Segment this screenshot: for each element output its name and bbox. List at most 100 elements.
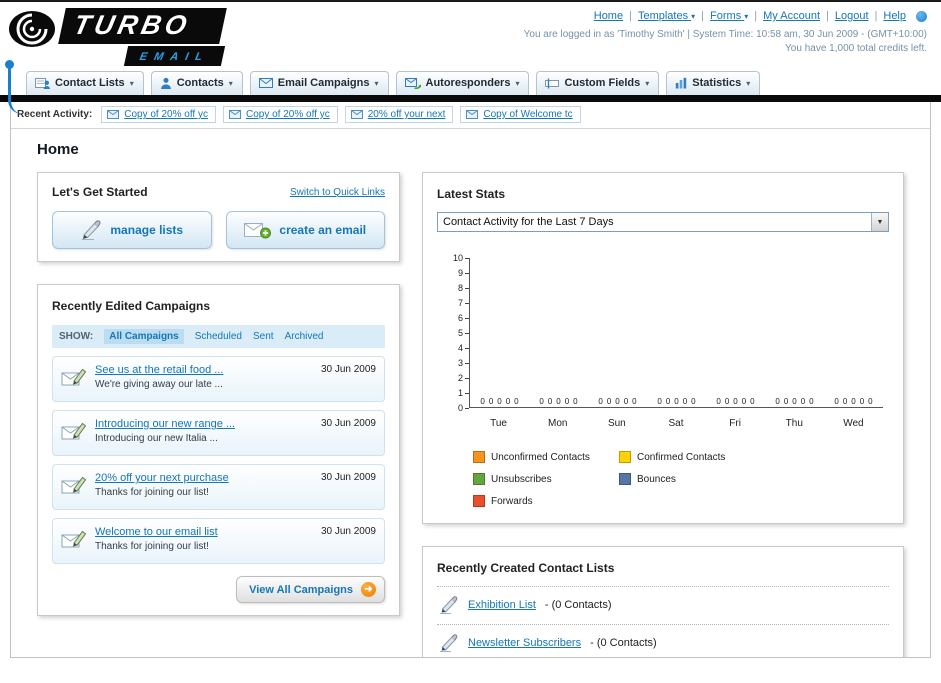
nav-tab-autoresponders[interactable]: Autoresponders ▾ [395, 71, 530, 95]
custom-fields-icon [545, 78, 560, 88]
stats-range-select[interactable]: Contact Activity for the Last 7 Days ▼ [437, 212, 889, 232]
y-axis-tick: 2 [443, 373, 469, 383]
nav-tab-statistics[interactable]: Statistics ▾ [666, 71, 761, 95]
header-link-forms[interactable]: Forms ▾ [710, 10, 748, 22]
campaign-date: 30 Jun 2009 [320, 472, 376, 483]
nav-tab-label: Statistics [692, 77, 742, 89]
chart-value-label: 0 [800, 397, 806, 406]
view-all-campaigns-button[interactable]: View All Campaigns ➜ [236, 576, 385, 603]
autoresponders-icon [404, 77, 421, 89]
chevron-down-icon: ▾ [129, 78, 134, 88]
legend-item: Bounces [619, 473, 765, 485]
new-email-icon [244, 223, 272, 239]
header-link-home[interactable]: Home [594, 10, 623, 22]
get-started-panel: Let's Get Started Switch to Quick Links [37, 172, 400, 262]
chart-value-label: 0 [606, 397, 612, 406]
chart-value-group: 00000 [470, 397, 529, 406]
header-link-logout[interactable]: Logout [835, 10, 869, 22]
recent-activity-link[interactable]: Copy of 20% off yc [124, 109, 208, 120]
campaign-link[interactable]: Introducing our new range ... [95, 418, 235, 430]
legend-label: Unconfirmed Contacts [491, 451, 590, 463]
right-column: Latest Stats Contact Activity for the La… [422, 172, 904, 657]
chart-value-label: 0 [834, 397, 839, 406]
y-axis-tick: 0 [443, 403, 469, 413]
manage-lists-button[interactable]: manage lists [52, 211, 212, 249]
campaign-item: 20% off your next purchase Thanks for jo… [52, 464, 385, 510]
recent-activity-item: Copy of 20% off yc [101, 106, 216, 123]
chart-value-label: 0 [632, 397, 637, 406]
chart-value-label: 0 [514, 397, 519, 406]
create-email-label: create an email [279, 223, 367, 237]
campaign-subtitle: Thanks for joining our list! [95, 541, 209, 552]
header-link-my-account[interactable]: My Account [763, 10, 820, 22]
nav-tab-email-campaigns[interactable]: Email Campaigns ▾ [249, 71, 389, 95]
campaign-date: 30 Jun 2009 [320, 526, 376, 537]
chart-plot-area: 00000000000000000000000000000000000 [469, 258, 883, 408]
chart-value-group: 00000 [824, 397, 883, 406]
recent-activity-link[interactable]: Copy of Welcome tc [483, 109, 572, 120]
stats-title: Latest Stats [437, 187, 506, 201]
recent-activity-link[interactable]: 20% off your next [368, 109, 446, 120]
recent-activity-item: 20% off your next [344, 106, 454, 123]
contact-lists-title: Recently Created Contact Lists [437, 561, 615, 575]
filter-all-campaigns[interactable]: All Campaigns [104, 329, 184, 344]
chart-value-label: 0 [480, 397, 485, 406]
chevron-down-icon: ▼ [871, 213, 888, 231]
filter-scheduled[interactable]: Scheduled [195, 331, 242, 342]
legend-label: Confirmed Contacts [637, 451, 726, 463]
left-column: Let's Get Started Switch to Quick Links [37, 172, 400, 657]
campaign-link[interactable]: Welcome to our email list [95, 526, 218, 538]
recent-activity-link[interactable]: Copy of 20% off yc [246, 109, 330, 120]
chart-value-label: 0 [665, 397, 671, 406]
campaign-link[interactable]: See us at the retail food ... [95, 364, 223, 376]
filter-archived[interactable]: Archived [285, 331, 324, 342]
manage-lists-label: manage lists [110, 223, 184, 237]
nav-tab-contact-lists[interactable]: Contact Lists ▾ [26, 71, 144, 95]
legend-item: Forwards [473, 495, 619, 507]
chevron-down-icon: ▾ [746, 78, 751, 88]
switch-quick-links-link[interactable]: Switch to Quick Links [290, 187, 385, 198]
header-link-templates[interactable]: Templates ▾ [638, 10, 695, 22]
filter-sent[interactable]: Sent [253, 331, 274, 342]
contacts-icon [160, 77, 171, 89]
contact-list-item: Newsletter Subscribers - (0 Contacts) [437, 625, 889, 657]
campaign-link[interactable]: 20% off your next purchase [95, 472, 229, 484]
pencil-icon [82, 220, 101, 240]
app-logo: TURBO EMAIL [5, 8, 228, 114]
chart-value-label: 0 [691, 397, 696, 406]
header-link-help[interactable]: Help [883, 10, 906, 22]
nav-tab-label: Autoresponders [425, 77, 511, 89]
chart-value-label: 0 [733, 397, 738, 406]
nav-tab-contacts[interactable]: Contacts ▾ [150, 71, 243, 95]
chart-value-label: 0 [775, 397, 780, 406]
contact-list-link[interactable]: Newsletter Subscribers [468, 637, 581, 649]
separator: | [826, 10, 829, 22]
legend-swatch [473, 495, 485, 507]
nav-tab-custom-fields[interactable]: Custom Fields ▾ [536, 71, 660, 95]
contact-list-link[interactable]: Exhibition List [468, 599, 536, 611]
recent-activity-item: Copy of Welcome tc [460, 106, 581, 123]
chart-legend: Unconfirmed Contacts Confirmed Contacts Un… [473, 451, 883, 507]
contact-list-detail: - (0 Contacts) [590, 637, 657, 649]
nav-tab-label: Custom Fields [564, 77, 641, 89]
chevron-down-icon: ▾ [374, 78, 379, 88]
x-axis-label: Sat [668, 418, 684, 429]
show-label: SHOW: [59, 331, 94, 342]
chart-value-label: 0 [564, 397, 570, 406]
header-right: Home | Templates ▾ | Forms ▾ | My Accoun… [524, 8, 933, 64]
campaign-date: 30 Jun 2009 [320, 364, 376, 375]
contact-activity-chart: 10 9 8 7 6 5 4 3 2 1 0 000000000000000000000000000… [437, 253, 889, 507]
chart-value-label: 0 [859, 397, 865, 406]
contact-list-item: Exhibition List - (0 Contacts) [437, 587, 889, 625]
logo-secondary-bar: EMAIL [123, 46, 226, 66]
x-axis-label: Wed [843, 418, 864, 429]
y-axis-tick: 1 [443, 388, 469, 398]
create-email-button[interactable]: create an email [225, 211, 385, 249]
legend-swatch [619, 473, 631, 485]
chart-y-axis: 10 9 8 7 6 5 4 3 2 1 0 [443, 253, 469, 413]
campaigns-filter-bar: SHOW: All Campaigns Scheduled Sent Archi… [52, 325, 385, 348]
campaign-subtitle: We're giving away our late ... [95, 379, 223, 390]
separator: | [754, 10, 758, 22]
chart-value-label: 0 [657, 397, 662, 406]
arrow-right-icon: ➜ [361, 582, 376, 597]
